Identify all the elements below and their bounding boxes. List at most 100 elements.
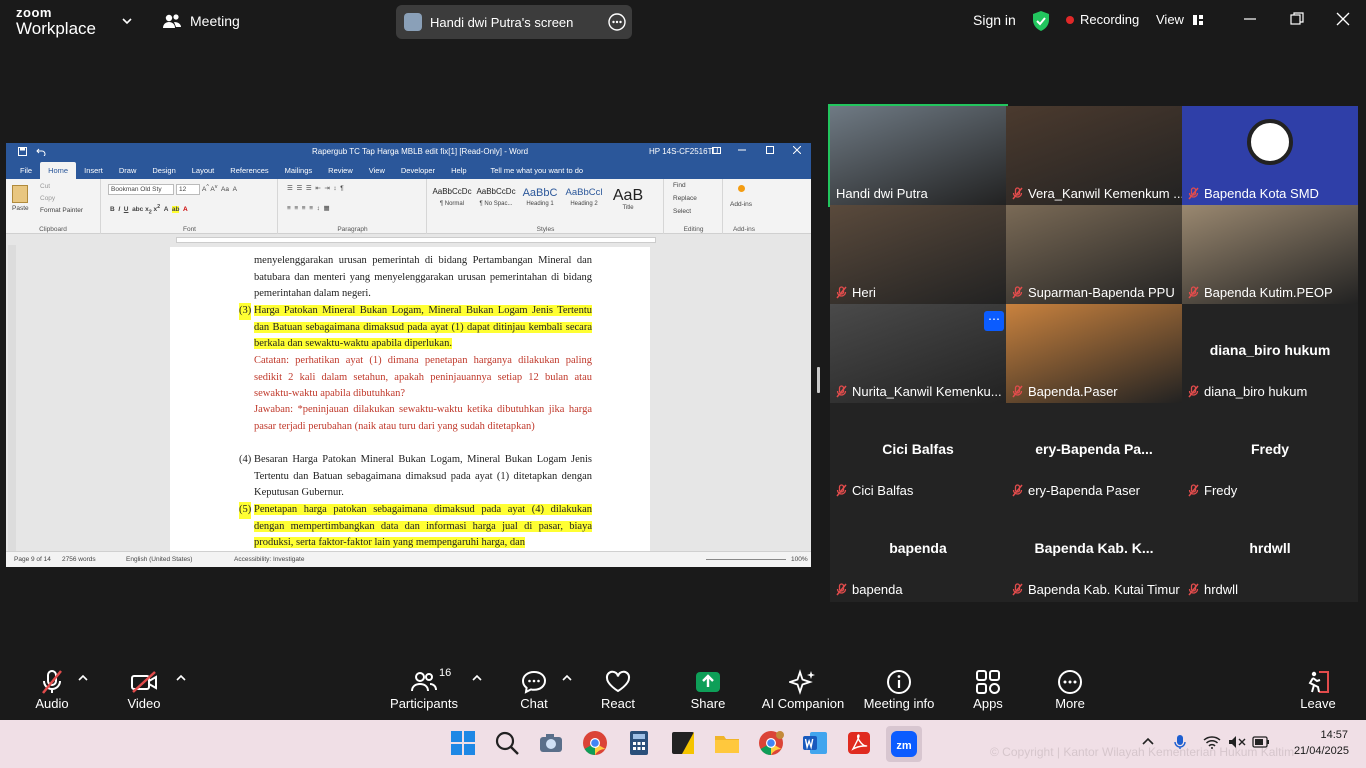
vertical-ruler bbox=[8, 245, 16, 551]
chat-button[interactable]: Chat bbox=[506, 668, 562, 711]
react-button[interactable]: React bbox=[592, 668, 644, 711]
microphone-muted-icon bbox=[1188, 385, 1199, 398]
word-tab-help: Help bbox=[451, 166, 467, 175]
participant-name-label: Fredy bbox=[1188, 483, 1237, 498]
participant-tile[interactable]: Nurita_Kanwil Kemenku... bbox=[830, 304, 1006, 403]
video-button[interactable]: Video bbox=[114, 668, 174, 711]
participant-tile[interactable]: Heri bbox=[830, 205, 1006, 304]
doc-paragraph-5: (5) Penetapan harga patokan sebagaimana d… bbox=[239, 502, 592, 549]
chrome-profile-icon[interactable] bbox=[758, 730, 786, 758]
audio-options-caret-icon[interactable] bbox=[78, 674, 88, 682]
participant-name-label: Bapenda Kota SMD bbox=[1188, 186, 1319, 201]
participant-name-label: Cici Balfas bbox=[836, 483, 913, 498]
share-button[interactable]: Share bbox=[682, 668, 734, 711]
acrobat-icon[interactable] bbox=[846, 730, 874, 758]
doc-paragraph-4: (4) Besaran Harga Patokan Mineral Bukan L… bbox=[239, 454, 592, 499]
participant-tile[interactable]: Handi dwi Putra bbox=[828, 104, 1008, 207]
wifi-icon[interactable] bbox=[1203, 735, 1221, 749]
sign-in-link[interactable]: Sign in bbox=[973, 12, 1016, 28]
meeting-tab[interactable]: Meeting bbox=[162, 13, 240, 29]
close-icon[interactable] bbox=[1336, 12, 1350, 26]
battery-icon[interactable] bbox=[1252, 736, 1270, 748]
word-restore-icon bbox=[766, 146, 774, 154]
video-options-caret-icon[interactable] bbox=[176, 674, 186, 682]
more-options-icon[interactable] bbox=[608, 13, 626, 31]
recording-indicator[interactable]: Recording bbox=[1066, 12, 1139, 27]
participants-caret-icon[interactable] bbox=[472, 674, 482, 682]
doc-note: Catatan: perhatikan ayat (1) dimana pene… bbox=[254, 355, 592, 400]
participant-tile[interactable]: Vera_Kanwil Kemenkum ... bbox=[1006, 106, 1182, 205]
zoom-taskbar-icon[interactable]: zm bbox=[886, 726, 922, 762]
panel-resize-handle[interactable] bbox=[817, 367, 820, 393]
speaker-muted-icon[interactable] bbox=[1228, 735, 1246, 749]
participant-tile[interactable]: Bapenda.Paser bbox=[1006, 304, 1182, 403]
word-app-icon[interactable] bbox=[802, 730, 830, 758]
audio-button[interactable]: Audio bbox=[22, 668, 82, 711]
editing-group: Find Replace Select Editing bbox=[665, 179, 723, 234]
windows-start-icon[interactable] bbox=[450, 730, 478, 758]
apps-icon bbox=[962, 668, 1014, 696]
paste-icon bbox=[12, 185, 28, 203]
participant-tile[interactable]: Cici Balfas Cici Balfas bbox=[830, 403, 1006, 502]
word-ribbon: Paste Cut Copy Format Painter Clipboard … bbox=[6, 179, 811, 234]
search-icon[interactable] bbox=[494, 730, 522, 758]
clipboard-group: Paste Cut Copy Format Painter Clipboard bbox=[6, 179, 101, 234]
camera-app-icon[interactable] bbox=[538, 730, 566, 758]
participant-name-label: bapenda bbox=[836, 582, 903, 597]
document-area: menyelenggarakan urusan pemerintah di bi… bbox=[6, 245, 811, 551]
calculator-icon[interactable] bbox=[626, 730, 654, 758]
minimize-icon[interactable] bbox=[1243, 12, 1257, 26]
participant-tile[interactable]: ery-Bapenda Pa... ery-Bapenda Paser bbox=[1006, 403, 1182, 502]
clock[interactable]: 14:57 bbox=[1302, 729, 1348, 741]
microphone-muted-icon bbox=[1188, 187, 1199, 200]
date[interactable]: 21/04/2025 bbox=[1285, 745, 1349, 757]
ai-companion-button[interactable]: AI Companion bbox=[758, 668, 848, 711]
participant-tile[interactable]: bapenda bapenda bbox=[830, 502, 1006, 601]
meeting-info-button[interactable]: Meeting info bbox=[860, 668, 938, 711]
participants-button[interactable]: 16 Participants bbox=[388, 667, 460, 711]
share-screen-icon bbox=[682, 668, 734, 696]
participant-tile[interactable]: Bapenda Kutim.PEOP bbox=[1182, 205, 1358, 304]
screen-share-indicator[interactable]: Handi dwi Putra's screen bbox=[396, 5, 632, 39]
sparkle-icon bbox=[758, 668, 848, 696]
view-menu[interactable]: View bbox=[1156, 12, 1204, 27]
participant-tile[interactable]: Bapenda Kab. K... Bapenda Kab. Kutai Timu… bbox=[1006, 502, 1182, 601]
participant-display-name: bapenda bbox=[889, 540, 947, 556]
word-title-bar: Rapergub TC Tap Harga MBLB edit fix[1] [… bbox=[6, 143, 811, 160]
chrome-icon[interactable] bbox=[582, 730, 610, 758]
apps-button[interactable]: Apps bbox=[962, 668, 1014, 711]
gallery-view: Handi dwi Putra Vera_Kanwil Kemenkum ... B… bbox=[828, 104, 1358, 602]
word-close-icon bbox=[793, 146, 801, 154]
mic-tray-icon[interactable] bbox=[1174, 734, 1186, 750]
leave-button[interactable]: Leave bbox=[1292, 668, 1344, 711]
participant-tile[interactable]: Bapenda Kota SMD bbox=[1182, 106, 1358, 205]
tray-overflow-icon[interactable] bbox=[1142, 736, 1154, 746]
participant-display-name: Fredy bbox=[1250, 441, 1290, 457]
microphone-muted-icon bbox=[1188, 286, 1199, 299]
tile-options-button[interactable]: ⋯ bbox=[984, 311, 1004, 331]
zoom-logo: zoom Workplace bbox=[16, 5, 96, 38]
participant-tile[interactable]: Fredy Fredy bbox=[1182, 403, 1358, 502]
sticky-notes-icon[interactable] bbox=[670, 730, 698, 758]
microphone-muted-icon bbox=[22, 668, 82, 696]
participant-tile[interactable]: hrdwll hrdwll bbox=[1182, 502, 1358, 601]
microphone-muted-icon bbox=[1012, 286, 1023, 299]
participant-name-label: Handi dwi Putra bbox=[836, 186, 928, 201]
microphone-muted-icon bbox=[1012, 385, 1023, 398]
participant-tile[interactable]: diana_biro hukum diana_biro hukum bbox=[1182, 304, 1358, 403]
paragraph-group: ☰ ☰ ☰ ⇤ ⇥ ↕ ¶ ≡ ≡ ≡ ≡ ↕ ▦ Paragraph bbox=[279, 179, 427, 234]
word-status-bar: Page 9 of 14 2756 words English (United … bbox=[6, 551, 811, 567]
more-icon bbox=[1044, 668, 1096, 696]
obs-logo-icon bbox=[1247, 119, 1293, 165]
chat-caret-icon[interactable] bbox=[562, 674, 572, 682]
chevron-down-icon[interactable] bbox=[121, 15, 133, 27]
restore-icon[interactable] bbox=[1290, 12, 1304, 26]
microphone-muted-icon bbox=[1188, 583, 1199, 596]
more-button[interactable]: More bbox=[1044, 668, 1096, 711]
heart-icon bbox=[592, 668, 644, 696]
shield-check-icon[interactable] bbox=[1031, 10, 1051, 32]
participant-tile[interactable]: Suparman-Bapenda PPU bbox=[1006, 205, 1182, 304]
file-explorer-icon[interactable] bbox=[714, 730, 742, 758]
microphone-muted-icon bbox=[836, 484, 847, 497]
microphone-muted-icon bbox=[1012, 583, 1023, 596]
